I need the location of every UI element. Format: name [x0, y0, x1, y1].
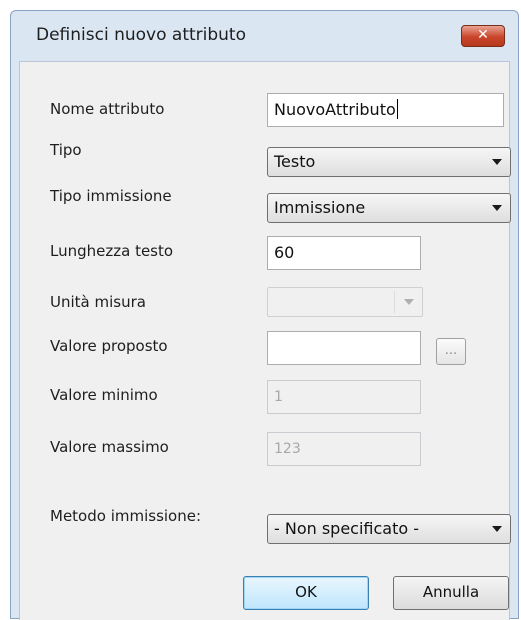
- tipo-immissione-label: Tipo immissione: [50, 187, 172, 205]
- tipo-immissione-select[interactable]: Immissione: [267, 193, 511, 223]
- chevron-down-icon: [492, 205, 502, 211]
- chevron-down-icon: [492, 526, 502, 532]
- dialog-window: Definisci nuovo attributo ✕ Nome attribu…: [10, 10, 519, 620]
- title-bar[interactable]: Definisci nuovo attributo ✕: [11, 11, 518, 61]
- dialog-body: Nome attributo NuovoAttributo Tipo Testo…: [19, 61, 511, 620]
- ok-button[interactable]: OK: [243, 576, 369, 610]
- select-divider: [394, 291, 395, 313]
- metodo-immissione-label: Metodo immissione:: [50, 507, 202, 525]
- tipo-select[interactable]: Testo: [267, 147, 511, 177]
- lunghezza-testo-value: 60: [274, 243, 295, 262]
- annulla-button[interactable]: Annulla: [393, 576, 509, 610]
- nome-attributo-label: Nome attributo: [50, 100, 165, 118]
- close-button[interactable]: ✕: [461, 25, 505, 47]
- lunghezza-testo-label: Lunghezza testo: [50, 242, 174, 260]
- valore-proposto-label: Valore proposto: [50, 337, 168, 355]
- ok-button-label: OK: [295, 583, 317, 601]
- valore-minimo-value: 1: [274, 389, 283, 405]
- nome-attributo-value: NuovoAttributo: [274, 100, 396, 119]
- nome-attributo-input[interactable]: NuovoAttributo: [267, 93, 504, 127]
- valore-minimo-label: Valore minimo: [50, 386, 158, 404]
- dialog-title: Definisci nuovo attributo: [36, 25, 246, 45]
- tipo-immissione-selected-value: Immissione: [274, 198, 366, 217]
- valore-massimo-input[interactable]: 123: [267, 432, 421, 466]
- unita-misura-select[interactable]: [267, 287, 423, 317]
- valore-massimo-label: Valore massimo: [50, 438, 169, 456]
- metodo-immissione-select[interactable]: - Non specificato -: [267, 514, 511, 544]
- annulla-button-label: Annulla: [422, 583, 480, 601]
- unita-misura-label: Unità misura: [50, 293, 146, 311]
- tipo-selected-value: Testo: [274, 152, 316, 171]
- browse-button[interactable]: ...: [436, 338, 466, 365]
- chevron-down-icon: [492, 159, 502, 165]
- valore-minimo-input[interactable]: 1: [267, 380, 421, 414]
- ellipsis-icon: ...: [444, 343, 458, 358]
- metodo-immissione-selected-value: - Non specificato -: [274, 519, 420, 538]
- tipo-label: Tipo: [50, 141, 82, 159]
- valore-proposto-input[interactable]: [267, 331, 421, 365]
- valore-massimo-value: 123: [274, 441, 301, 457]
- text-cursor: [396, 99, 398, 119]
- lunghezza-testo-input[interactable]: 60: [267, 236, 421, 270]
- chevron-down-icon: [404, 299, 414, 305]
- close-icon: ✕: [477, 27, 489, 43]
